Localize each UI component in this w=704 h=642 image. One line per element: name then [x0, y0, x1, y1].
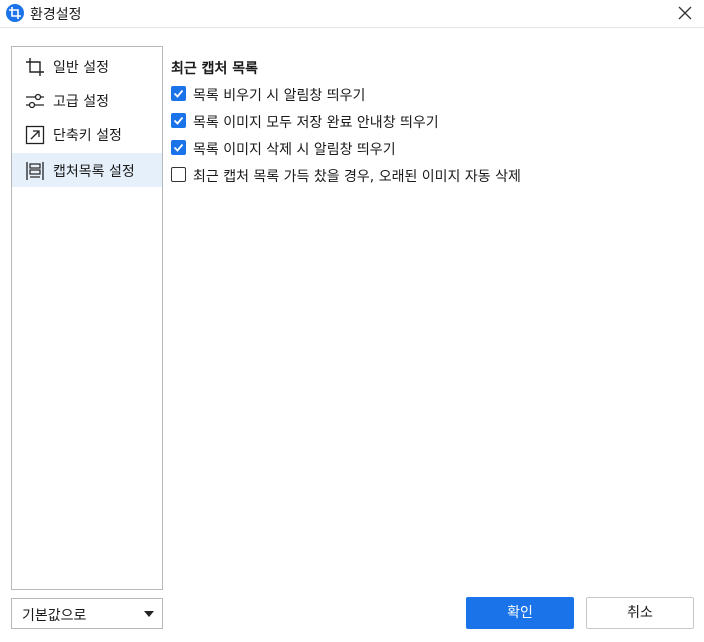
- settings-sidebar: 일반 설정 고급 설정 단축키 설정 캡처목록 설정: [11, 46, 163, 590]
- cancel-button[interactable]: 취소: [586, 597, 694, 629]
- crop-icon: [6, 4, 24, 22]
- check-icon: [173, 143, 184, 152]
- sidebar-item-label: 캡처목록 설정: [53, 164, 135, 180]
- checkbox-checked[interactable]: [171, 113, 186, 128]
- title-bar: 환경설정: [0, 0, 704, 28]
- checkbox-checked[interactable]: [171, 140, 186, 155]
- checkbox-unchecked[interactable]: [171, 167, 186, 182]
- option-label: 목록 이미지 삭제 시 알림창 띄우기: [193, 142, 396, 158]
- check-icon: [173, 89, 184, 98]
- defaults-dropdown[interactable]: 기본값으로: [11, 598, 163, 629]
- window-title: 환경설정: [30, 7, 82, 23]
- caret-down-icon: [144, 611, 154, 617]
- option-label: 최근 캡처 목록 가득 찼을 경우, 오래된 이미지 자동 삭제: [193, 169, 521, 185]
- check-icon: [173, 116, 184, 125]
- capture-list-icon: [25, 161, 45, 181]
- section-title: 최근 캡처 목록: [171, 61, 259, 77]
- close-icon: [678, 6, 692, 20]
- sidebar-item-label: 일반 설정: [53, 60, 109, 76]
- sidebar-item-shortcuts[interactable]: 단축키 설정: [12, 117, 162, 151]
- crop-icon: [25, 57, 45, 77]
- shortcut-arrow-icon: [25, 125, 45, 145]
- ok-button[interactable]: 확인: [466, 597, 574, 629]
- sidebar-item-capture-list[interactable]: 캡처목록 설정: [12, 153, 162, 187]
- sidebar-item-advanced[interactable]: 고급 설정: [12, 83, 162, 117]
- sidebar-item-label: 단축키 설정: [53, 128, 122, 144]
- option-label: 목록 비우기 시 알림창 띄우기: [193, 88, 366, 104]
- sliders-icon: [25, 91, 45, 111]
- checkbox-checked[interactable]: [171, 86, 186, 101]
- sidebar-item-label: 고급 설정: [53, 94, 109, 110]
- defaults-dropdown-label: 기본값으로: [22, 608, 87, 624]
- option-label: 목록 이미지 모두 저장 완료 안내창 띄우기: [193, 115, 439, 131]
- close-button[interactable]: [674, 2, 696, 24]
- sidebar-item-general[interactable]: 일반 설정: [12, 49, 162, 83]
